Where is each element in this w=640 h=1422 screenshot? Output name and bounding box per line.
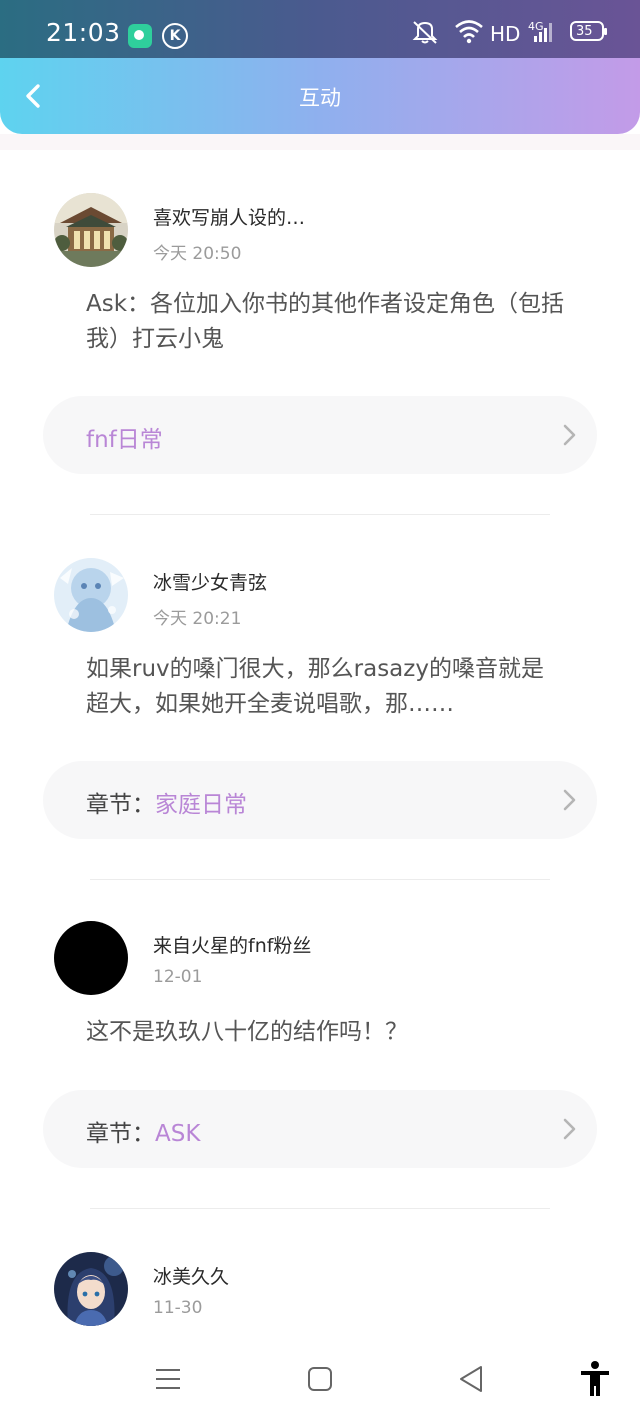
chapter-name: 家庭日常	[155, 792, 247, 818]
divider	[90, 1208, 550, 1209]
chapter-link[interactable]: 章节：家庭日常	[43, 761, 597, 839]
post-content[interactable]: 这不是玖玖八十亿的结作吗！？	[86, 1015, 566, 1050]
wifi-icon	[455, 20, 483, 44]
app-notification-icon	[128, 24, 152, 48]
post-date: 12-01	[153, 967, 203, 987]
chevron-right-icon	[563, 1118, 576, 1140]
divider	[90, 514, 550, 515]
anime-girl-avatar-image	[54, 1252, 128, 1326]
system-nav-bar	[0, 1336, 640, 1422]
user-avatar[interactable]	[54, 921, 128, 995]
menu-icon[interactable]	[154, 1366, 182, 1392]
chevron-right-icon	[563, 789, 576, 811]
home-icon[interactable]	[306, 1365, 334, 1393]
status-icons: HD 4G 35	[410, 16, 610, 46]
post-date: 11-30	[153, 1298, 203, 1318]
user-avatar[interactable]	[54, 193, 128, 267]
user-avatar[interactable]	[54, 1252, 128, 1326]
chapter-link[interactable]: 章节：ASK	[43, 1090, 597, 1168]
mute-bell-icon	[412, 21, 438, 44]
status-time: 21:03	[46, 18, 121, 47]
hd-label: HD	[490, 22, 521, 46]
top-header: 21:03 K HD 4G 35 互动	[0, 0, 640, 134]
pavilion-avatar-image	[54, 193, 128, 267]
chapter-name: ASK	[155, 1121, 201, 1147]
chapter-prefix: 章节：	[86, 792, 155, 818]
post-content[interactable]: 如果ruv的嗓门很大，那么rasazy的嗓音就是超大，如果她开全麦说唱歌，那……	[86, 652, 566, 722]
chapter-link[interactable]: fnf日常	[43, 396, 597, 474]
nav-bar: 互动	[0, 58, 640, 134]
battery-level: 35	[576, 24, 593, 39]
chapter-name: fnf日常	[86, 427, 163, 453]
k-app-icon: K	[162, 23, 188, 49]
user-name[interactable]: 来自火星的fnf粉丝	[153, 931, 311, 958]
ice-girl-avatar-image	[54, 558, 128, 632]
back-triangle-icon[interactable]	[457, 1364, 485, 1394]
user-name[interactable]: 冰美久久	[153, 1262, 229, 1289]
accessibility-icon[interactable]	[579, 1360, 611, 1398]
divider	[90, 879, 550, 880]
section-gap	[0, 134, 640, 150]
post-date: 今天 20:50	[153, 244, 242, 264]
user-name[interactable]: 喜欢写崩人设的…	[153, 203, 305, 230]
chapter-label: fnf日常	[86, 420, 163, 454]
post-content[interactable]: Ask：各位加入你书的其他作者设定角色（包括我）打云小鬼	[86, 287, 566, 357]
page-title: 互动	[299, 86, 341, 110]
status-bar: 21:03 K HD 4G 35	[0, 0, 640, 58]
chapter-prefix: 章节：	[86, 1121, 155, 1147]
chapter-label: 章节：家庭日常	[86, 785, 247, 819]
chapter-label: 章节：ASK	[86, 1114, 200, 1148]
user-name[interactable]: 冰雪少女青弦	[153, 568, 267, 595]
user-avatar[interactable]	[54, 558, 128, 632]
chevron-right-icon	[563, 424, 576, 446]
cell-signal-icon	[534, 23, 552, 42]
post-date: 今天 20:21	[153, 609, 242, 629]
